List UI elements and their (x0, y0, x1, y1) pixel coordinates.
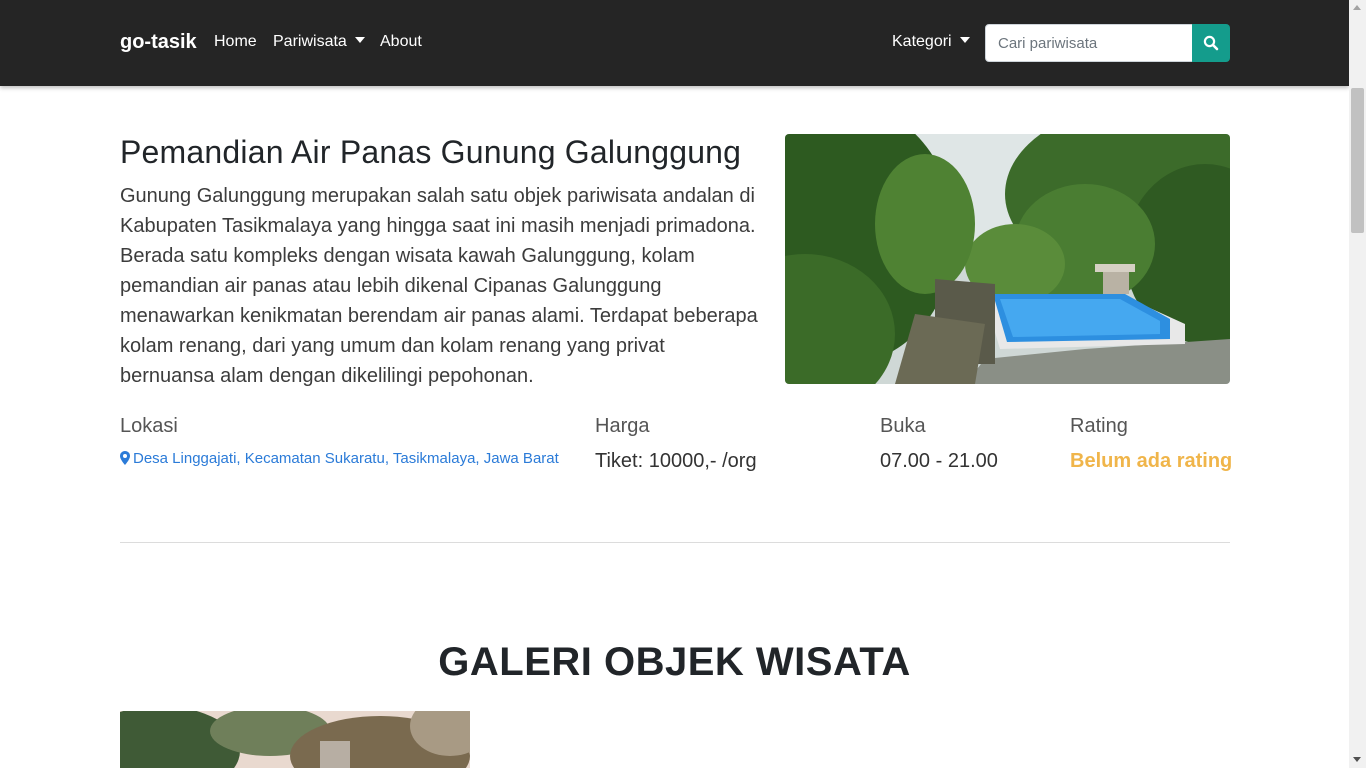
nav-kategori-dropdown[interactable]: Kategori (892, 33, 970, 51)
description-text: Gunung Galunggung merupakan salah satu o… (120, 185, 758, 387)
search-button[interactable] (1192, 24, 1230, 62)
scroll-down-arrow-icon[interactable] (1353, 757, 1361, 762)
nav-pariwisata-dropdown[interactable]: Pariwisata (273, 33, 365, 51)
navbar: go-tasik Home Pariwisata About Kategori (0, 0, 1349, 86)
gallery-heading: GALERI OBJEK WISATA (438, 640, 911, 684)
rating-label: Rating (1070, 415, 1128, 437)
gallery-photo[interactable] (120, 711, 470, 768)
caret-down-icon (354, 37, 365, 43)
scroll-up-arrow-icon[interactable] (1353, 5, 1361, 10)
harga-label: Harga (595, 415, 650, 437)
search-icon (1203, 35, 1219, 51)
map-marker-icon (120, 451, 130, 465)
buka-label: Buka (880, 415, 926, 437)
search-input[interactable] (985, 24, 1193, 62)
harga-value: Tiket: 10000,- /org (595, 450, 757, 472)
brand-logo[interactable]: go-tasik (120, 31, 197, 54)
page-title: Pemandian Air Panas Gunung Galunggung (120, 134, 742, 170)
nav-home[interactable]: Home (214, 33, 257, 51)
section-divider (120, 542, 1230, 543)
lokasi-link[interactable]: Desa Linggajati, Kecamatan Sukaratu, Tas… (120, 447, 560, 471)
hot-spring-pool-photo (785, 134, 1230, 384)
scrollbar-thumb[interactable] (1351, 88, 1364, 233)
caret-down-icon (959, 37, 970, 43)
nav-pariwisata-label: Pariwisata (273, 33, 347, 50)
nav-about[interactable]: About (380, 33, 422, 51)
nav-kategori-label: Kategori (892, 33, 952, 50)
gallery-thumbnail-photo (120, 711, 470, 768)
lokasi-label: Lokasi (120, 415, 178, 437)
page-scrollbar[interactable] (1349, 0, 1366, 768)
lokasi-value: Desa Linggajati, Kecamatan Sukaratu, Tas… (133, 450, 559, 467)
buka-value: 07.00 - 21.00 (880, 450, 998, 472)
rating-value: Belum ada rating (1070, 450, 1233, 472)
hero-photo (785, 134, 1230, 384)
